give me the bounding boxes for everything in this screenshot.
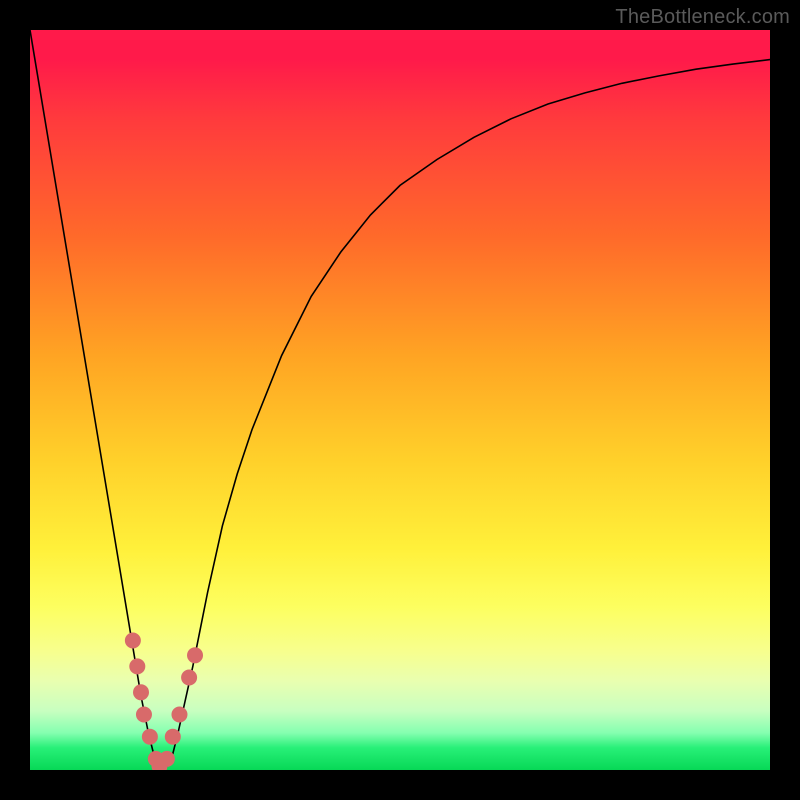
marker-point xyxy=(125,633,141,649)
marker-point xyxy=(159,751,175,767)
marker-point xyxy=(136,707,152,723)
watermark-label: TheBottleneck.com xyxy=(615,6,790,29)
marker-point xyxy=(181,670,197,686)
plot-area xyxy=(30,30,770,770)
marker-point xyxy=(142,729,158,745)
marker-point xyxy=(165,729,181,745)
chart-svg xyxy=(30,30,770,770)
marker-point xyxy=(187,647,203,663)
marker-point xyxy=(133,684,149,700)
marker-point xyxy=(171,707,187,723)
marker-point xyxy=(129,658,145,674)
bottleneck-curve xyxy=(30,30,770,770)
marker-cluster xyxy=(125,633,203,771)
outer-frame: TheBottleneck.com xyxy=(0,0,800,800)
